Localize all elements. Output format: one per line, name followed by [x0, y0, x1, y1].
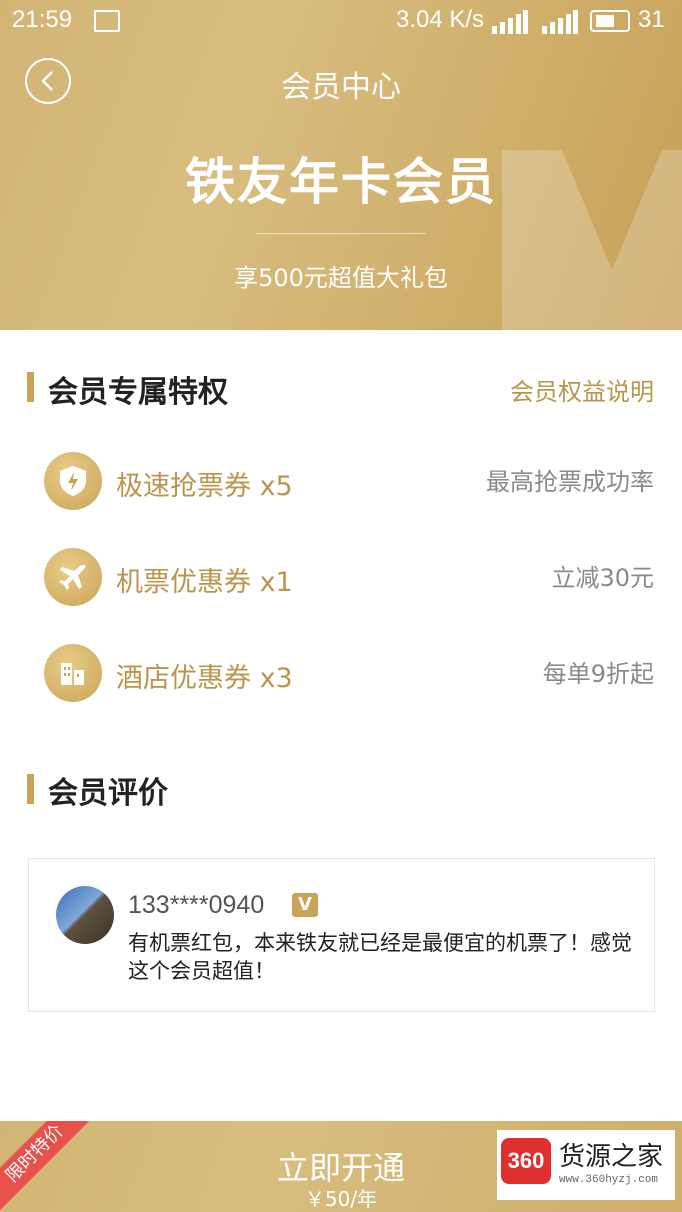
avatar: [56, 886, 114, 944]
cellular-signal-icon: [542, 10, 578, 34]
privilege-item: 酒店优惠券 x3 每单9折起: [0, 644, 682, 704]
privilege-item: 极速抢票券 x5 最高抢票成功率: [0, 452, 682, 512]
privilege-desc: 最高抢票成功率: [486, 468, 654, 496]
benefits-info-link[interactable]: 会员权益说明: [510, 372, 654, 407]
review-username: 133****0940: [128, 891, 265, 919]
hero-divider: [256, 233, 426, 234]
watermark-url: www.360hyzj.com: [559, 1174, 659, 1186]
privilege-item: 机票优惠券 x1 立减30元: [0, 548, 682, 608]
battery-icon: [590, 10, 630, 32]
watermark: 360 货源之家 www.360hyzj.com: [497, 1130, 675, 1200]
section-accent-bar: [27, 774, 34, 804]
privilege-name: 极速抢票券 x5: [116, 471, 293, 502]
privilege-desc: 立减30元: [551, 564, 654, 592]
membership-title: 铁友年卡会员: [185, 153, 497, 211]
airplane-icon: [44, 548, 102, 606]
privileges-title: 会员专属特权: [48, 375, 228, 410]
review-card: 133****0940 V 有机票红包，本来铁友就已经是最便宜的机票了！感觉这个…: [28, 858, 655, 1012]
page-title: 会员中心: [281, 70, 401, 105]
header-banner: 21:59 3.04 K/s 31 会员中心 铁友年卡会员 享500元超值大礼包: [0, 0, 682, 330]
section-accent-bar: [27, 372, 34, 402]
watermark-logo: 360: [501, 1138, 551, 1184]
battery-level: 31: [638, 6, 665, 33]
privilege-name: 机票优惠券 x1: [116, 567, 293, 598]
membership-subtitle: 享500元超值大礼包: [234, 264, 448, 292]
privilege-desc: 每单9折起: [542, 660, 654, 688]
vip-badge-icon: V: [292, 893, 318, 917]
building-icon: [44, 644, 102, 702]
status-time: 21:59: [12, 6, 73, 33]
status-bar: 21:59 3.04 K/s 31: [0, 0, 682, 44]
notification-image-icon: [94, 10, 120, 32]
privilege-name: 酒店优惠券 x3: [116, 663, 293, 694]
watermark-name: 货源之家: [559, 1142, 664, 1172]
lightning-shield-icon: [44, 452, 102, 510]
review-text: 有机票红包，本来铁友就已经是最便宜的机票了！感觉这个会员超值！: [128, 931, 632, 983]
reviews-title: 会员评价: [48, 776, 168, 811]
member-center-page: 21:59 3.04 K/s 31 会员中心 铁友年卡会员 享500元超值大礼包…: [0, 0, 682, 1212]
network-speed: 3.04 K/s: [396, 6, 485, 33]
wifi-signal-icon: [492, 10, 528, 34]
